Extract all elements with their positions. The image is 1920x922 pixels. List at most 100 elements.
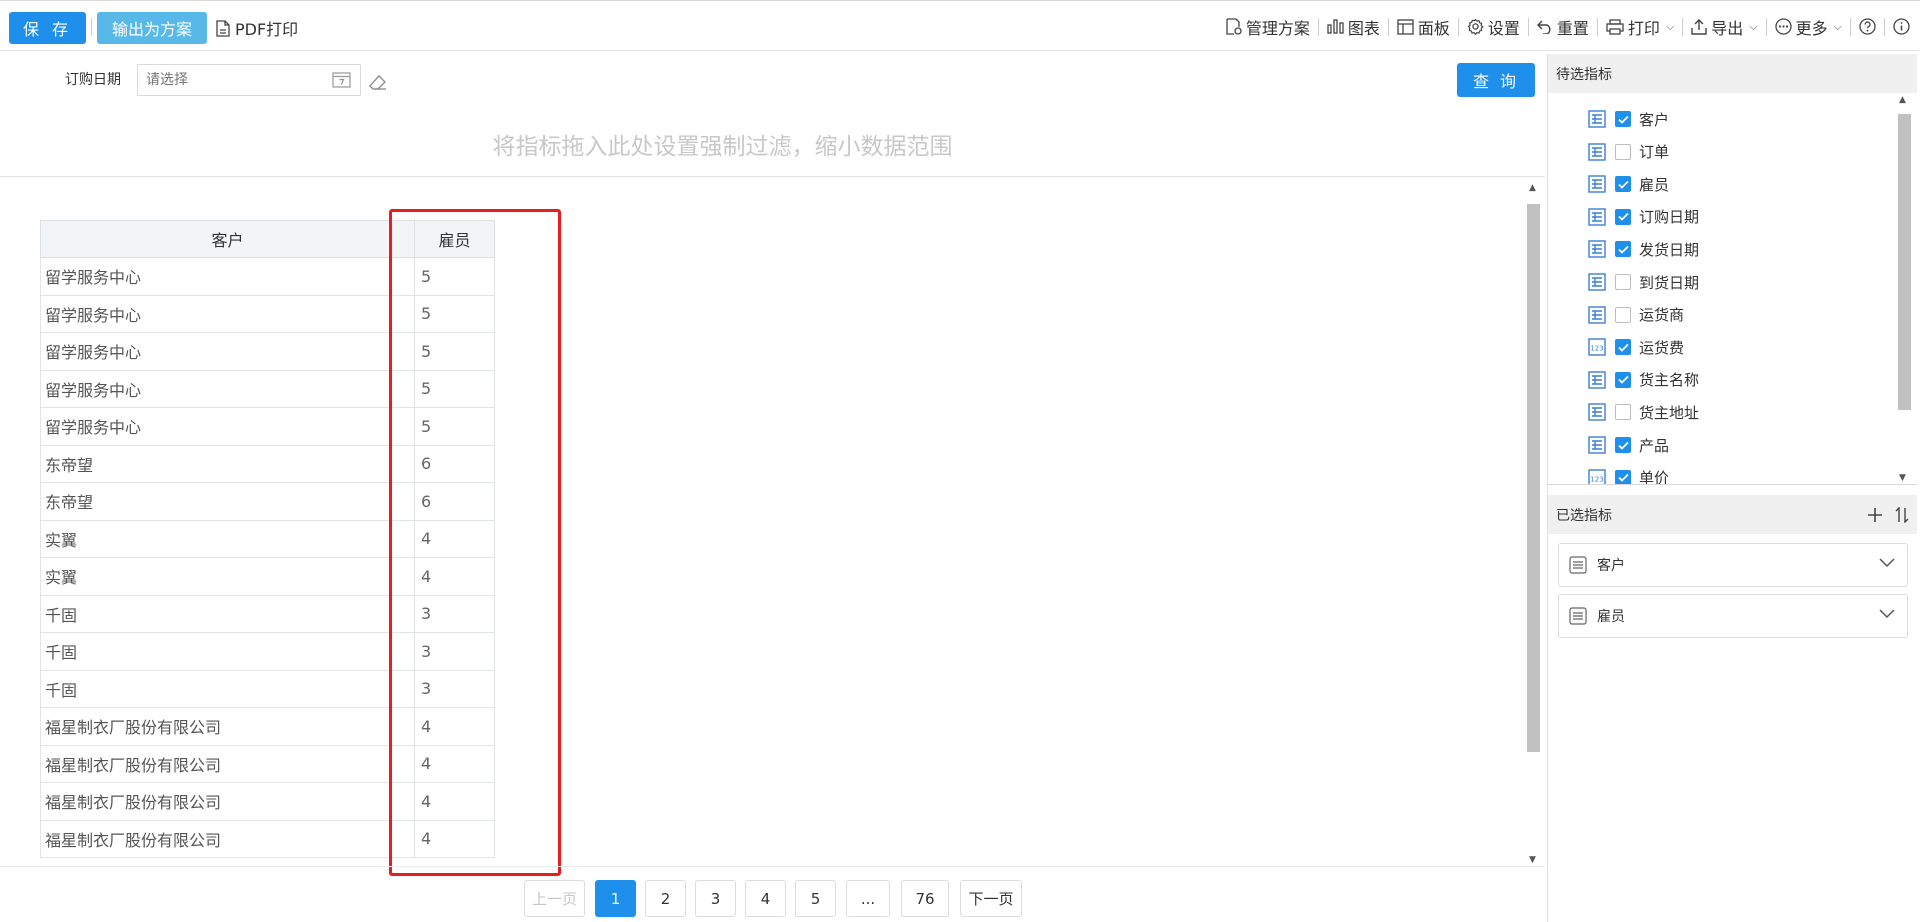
candidate-field-item[interactable]: 发货日期 xyxy=(1548,233,1888,265)
field-panel: 待选指标 客户 订单 雇员 订购日期 发货日期 到货日期 运货商 123 运货费 货主名称 货主地址… xyxy=(1547,54,1917,922)
sort-icon[interactable] xyxy=(1895,506,1909,523)
print-button[interactable]: 打印 ⌵ xyxy=(1606,1,1674,52)
cell-customer: 留学服务中心 xyxy=(40,369,415,408)
reset-button[interactable]: 重置 xyxy=(1536,1,1589,52)
table-row[interactable]: 福星制衣厂股份有限公司 4 xyxy=(40,707,495,746)
manage-plan-button[interactable]: 管理方案 xyxy=(1226,1,1310,52)
eraser-icon[interactable] xyxy=(369,75,387,91)
candidate-field-item[interactable]: 客户 xyxy=(1548,103,1888,135)
column-header-customer[interactable]: 客户 xyxy=(40,220,415,258)
cell-customer: 福星制衣厂股份有限公司 xyxy=(40,707,415,746)
calendar-icon[interactable] xyxy=(332,71,351,88)
scrollbar-thumb[interactable] xyxy=(1898,114,1911,410)
candidate-field-item[interactable]: 123 单价 xyxy=(1548,462,1888,484)
selected-field-customer[interactable]: 客户 xyxy=(1558,543,1908,587)
selected-fields-actions xyxy=(1867,506,1909,523)
table-row[interactable]: 千固 3 xyxy=(40,632,495,671)
page-ellipsis[interactable]: ... xyxy=(846,880,890,917)
field-checkbox[interactable] xyxy=(1615,176,1631,193)
chart-button[interactable]: 图表 xyxy=(1327,1,1380,52)
toolbar-divider xyxy=(1387,17,1389,36)
field-checkbox[interactable] xyxy=(1615,274,1631,290)
settings-button[interactable]: 设置 xyxy=(1467,1,1520,52)
table-row[interactable]: 留学服务中心 5 xyxy=(40,369,495,408)
export-button[interactable]: 导出 ⌵ xyxy=(1691,1,1758,52)
order-date-input[interactable] xyxy=(137,64,361,96)
field-checkbox[interactable] xyxy=(1615,208,1631,225)
candidate-field-item[interactable]: 订单 xyxy=(1548,136,1888,168)
info-button[interactable] xyxy=(1893,1,1910,52)
field-checkbox[interactable] xyxy=(1615,111,1631,127)
pdf-print-button[interactable]: PDF打印 xyxy=(216,12,298,44)
table-row[interactable]: 福星制衣厂股份有限公司 4 xyxy=(40,819,495,858)
scrollbar-thumb[interactable] xyxy=(1527,204,1540,752)
plus-icon[interactable] xyxy=(1867,507,1883,523)
field-list-scrollbar[interactable]: ▲ ▼ xyxy=(1896,93,1912,485)
page-button-4[interactable]: 4 xyxy=(745,880,786,917)
candidate-field-label: 运货商 xyxy=(1639,306,1685,325)
table-row[interactable]: 实翼 4 xyxy=(40,519,495,558)
scroll-up-arrow-icon[interactable]: ▲ xyxy=(1899,95,1906,105)
field-checkbox[interactable] xyxy=(1615,404,1631,421)
field-checkbox[interactable] xyxy=(1615,306,1631,323)
data-table-container: 客户 雇员 留学服务中心 5 留学服务中心 5 留学服务中心 5 留学服务中心 5 留学服务中心… xyxy=(40,220,496,858)
cell-employee: 4 xyxy=(414,557,495,596)
table-row[interactable]: 东帝望 6 xyxy=(40,482,495,521)
table-row[interactable]: 东帝望 6 xyxy=(40,444,495,483)
candidate-field-item[interactable]: 到货日期 xyxy=(1548,266,1888,298)
scroll-down-arrow-icon[interactable]: ▼ xyxy=(1899,473,1906,483)
table-row[interactable]: 留学服务中心 5 xyxy=(40,332,495,371)
toolbar-divider xyxy=(1457,17,1459,36)
table-row[interactable]: 实翼 4 xyxy=(40,557,495,596)
help-button[interactable] xyxy=(1859,1,1876,52)
cell-customer: 千固 xyxy=(40,632,415,671)
column-header-employee[interactable]: 雇员 xyxy=(414,220,495,258)
table-row[interactable]: 千固 3 xyxy=(40,669,495,708)
candidate-field-item[interactable]: 货主名称 xyxy=(1548,364,1888,396)
cell-customer: 留学服务中心 xyxy=(40,257,415,296)
page-button-5[interactable]: 5 xyxy=(795,880,836,917)
save-button[interactable]: 保 存 xyxy=(9,12,86,44)
table-row[interactable]: 留学服务中心 5 xyxy=(40,257,495,296)
cell-employee: 4 xyxy=(414,707,495,746)
query-button[interactable]: 查 询 xyxy=(1457,63,1535,97)
table-row[interactable]: 留学服务中心 5 xyxy=(40,407,495,446)
next-page-button[interactable]: 下一页 xyxy=(960,880,1022,917)
prev-page-button[interactable]: 上一页 xyxy=(524,880,585,917)
field-checkbox[interactable] xyxy=(1615,143,1631,160)
chevron-down-icon[interactable] xyxy=(1879,558,1895,568)
field-checkbox[interactable] xyxy=(1615,241,1631,258)
field-checkbox[interactable] xyxy=(1615,469,1631,484)
table-row[interactable]: 留学服务中心 5 xyxy=(40,294,495,333)
panel-button[interactable]: 面板 xyxy=(1397,1,1450,52)
candidate-field-item[interactable]: 123 运货费 xyxy=(1548,331,1888,363)
toolbar-divider xyxy=(1850,17,1851,36)
candidate-field-item[interactable]: 订购日期 xyxy=(1548,201,1888,233)
page-button-2[interactable]: 2 xyxy=(645,880,686,917)
candidate-field-item[interactable]: 货主地址 xyxy=(1548,396,1888,428)
selected-field-employee[interactable]: 雇员 xyxy=(1558,594,1908,638)
field-checkbox[interactable] xyxy=(1615,437,1631,453)
candidate-field-item[interactable]: 雇员 xyxy=(1548,168,1888,200)
table-row[interactable]: 福星制衣厂股份有限公司 4 xyxy=(40,744,495,783)
page-button-3[interactable]: 3 xyxy=(695,880,736,917)
table-row[interactable]: 千固 3 xyxy=(40,594,495,633)
export-plan-button[interactable]: 输出为方案 xyxy=(97,12,207,44)
chevron-down-icon[interactable] xyxy=(1879,609,1895,619)
candidate-field-item[interactable]: 产品 xyxy=(1548,429,1888,461)
page-button-1[interactable]: 1 xyxy=(595,880,636,917)
table-row[interactable]: 福星制衣厂股份有限公司 4 xyxy=(40,782,495,821)
main-scrollbar[interactable]: ▲ ▼ xyxy=(1526,183,1541,865)
filter-drop-zone[interactable]: 将指标拖入此处设置强制过滤，缩小数据范围 xyxy=(0,127,1445,161)
scroll-up-arrow-icon[interactable]: ▲ xyxy=(1529,183,1536,193)
scroll-down-arrow-icon[interactable]: ▼ xyxy=(1529,855,1536,865)
field-checkbox[interactable] xyxy=(1615,339,1631,356)
toolbar-divider xyxy=(91,18,92,36)
page-button-76[interactable]: 76 xyxy=(901,880,949,917)
more-button[interactable]: 更多 ⌵ xyxy=(1774,1,1842,52)
toolbar-divider xyxy=(1317,17,1319,36)
toolbar-divider xyxy=(1765,17,1767,36)
field-checkbox[interactable] xyxy=(1615,371,1631,388)
candidate-field-item[interactable]: 运货商 xyxy=(1548,299,1888,331)
cell-customer: 东帝望 xyxy=(40,482,415,521)
